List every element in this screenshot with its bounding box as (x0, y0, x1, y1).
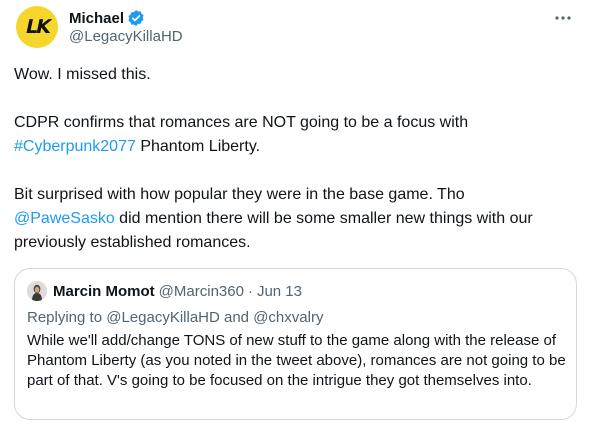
tweet-text-segment: Phantom Liberty. (135, 138, 261, 155)
quoted-tweet[interactable]: Marcin Momot @Marcin360 · Jun 13 Replyin… (14, 268, 577, 420)
quoted-author-name[interactable]: Marcin Momot (53, 283, 155, 300)
more-options-button[interactable] (551, 6, 575, 30)
quoted-author-handle[interactable]: @Marcin360 (159, 283, 244, 300)
avatar-logo-text: LK (23, 16, 51, 38)
tweet-paragraph-1: Wow. I missed this. (14, 66, 151, 83)
tweet-paragraph-2: CDPR confirms that romances are NOT goin… (14, 111, 574, 159)
dot-separator: · (247, 282, 253, 300)
replying-to-user-2: @chxvalry (253, 309, 324, 326)
author-handle[interactable]: @LegacyKillaHD (69, 28, 183, 45)
hashtag-link[interactable]: #Cyberpunk2077 (14, 138, 136, 155)
replying-to-user-1: @LegacyKillaHD (106, 309, 220, 326)
quoted-author-avatar[interactable] (27, 281, 47, 301)
quoted-tweet-text: While we'll add/change TONS of new stuff… (27, 332, 566, 389)
mention-link[interactable]: @PaweSasko (14, 210, 115, 227)
more-horizontal-icon (555, 16, 571, 20)
tweet-body: Wow. I missed this. CDPR confirms that r… (14, 63, 574, 255)
tweet-paragraph-3: Bit surprised with how popular they were… (14, 183, 574, 255)
author-avatar[interactable]: LK (16, 6, 58, 48)
tweet-text-segment: Bit surprised with how popular they were… (14, 186, 465, 203)
verified-badge-icon (127, 9, 145, 27)
author-name-row: Michael (69, 8, 145, 28)
quoted-tweet-date[interactable]: Jun 13 (257, 283, 302, 300)
author-display-name[interactable]: Michael (69, 10, 124, 27)
replying-to-prefix: Replying to (27, 309, 107, 326)
quoted-tweet-header: Marcin Momot @Marcin360 · Jun 13 (53, 281, 302, 301)
tweet-text-segment: CDPR confirms that romances are NOT goin… (14, 114, 469, 131)
person-silhouette-icon (27, 281, 47, 301)
replying-to-and: and (219, 309, 254, 326)
replying-to-line: Replying to @LegacyKillaHD and @chxvalry (27, 309, 323, 326)
